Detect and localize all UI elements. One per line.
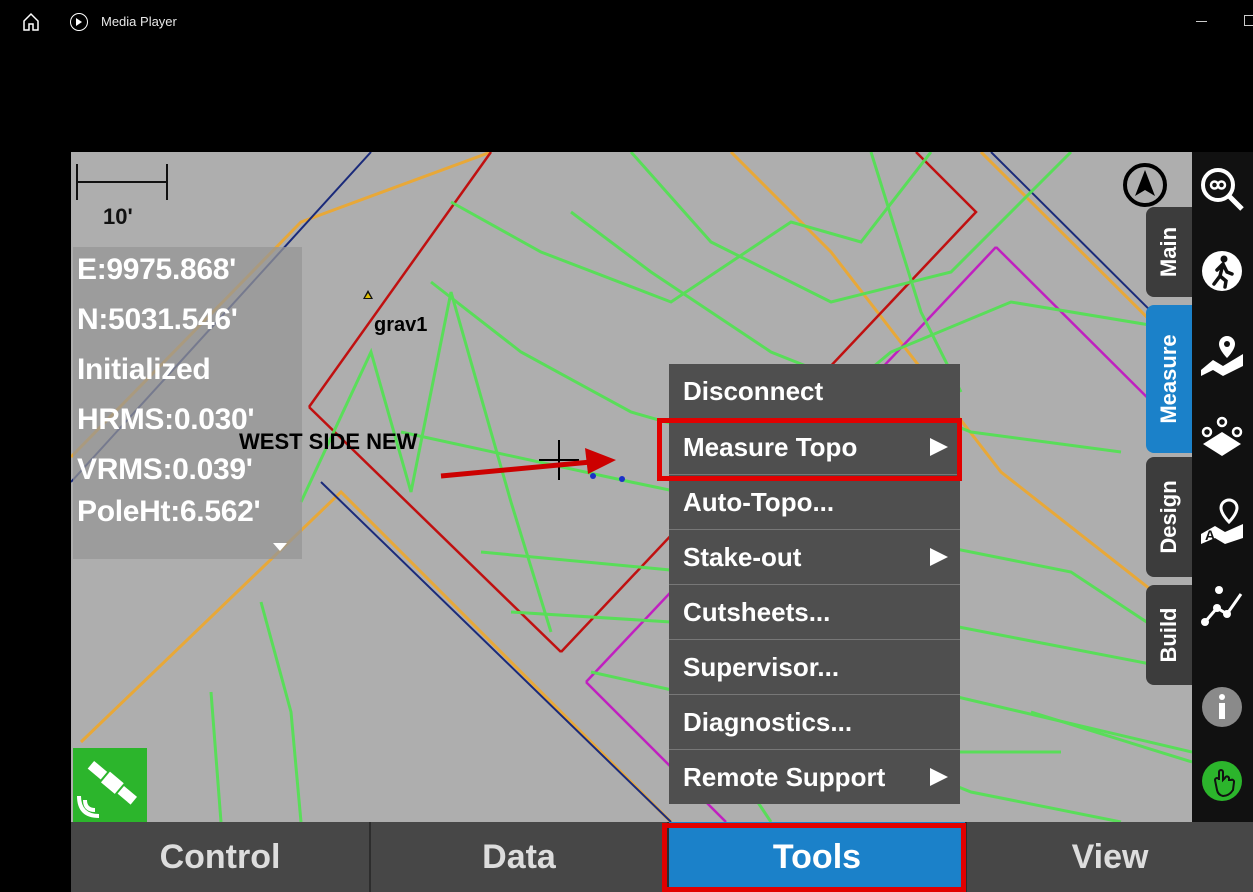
hand-pointer-icon[interactable] [1199,758,1245,804]
area-label: WEST SIDE NEW [239,429,418,454]
tab-view[interactable]: View [967,822,1253,892]
media-player-icon [70,13,88,31]
minimize-button[interactable] [1196,21,1207,22]
pole-height-readout: PoleHt:6.562' [77,495,261,528]
menu-item-cutsheets[interactable]: Cutsheets... [669,584,960,639]
easting-readout: E:9975.868' [77,253,236,286]
status-readout: Initialized [77,353,211,386]
right-toolbar: A [1192,152,1253,822]
tab-design[interactable]: Design [1146,457,1192,577]
window-titlebar: Media Player [0,0,1253,44]
tools-menu: Disconnect Measure Topo Auto-Topo... Sta… [669,364,960,804]
zoom-search-icon[interactable] [1199,166,1245,212]
tab-tools[interactable]: Tools [669,822,967,892]
menu-item-diagnostics[interactable]: Diagnostics... [669,694,960,749]
map-label-pin-icon[interactable]: A [1199,498,1245,544]
survey-app: 10' E:9975.868' N:5031.546' Initialized … [71,152,1253,892]
scale-label: 10' [103,204,133,229]
tab-main[interactable]: Main [1146,207,1192,297]
side-tabs: Main Measure Design Build [1146,207,1192,687]
map-pin-icon[interactable] [1199,332,1245,378]
expand-caret-icon[interactable] [273,543,287,551]
submenu-arrow-icon [930,438,948,456]
home-icon[interactable] [20,11,42,33]
menu-item-measure-topo[interactable]: Measure Topo [669,419,960,474]
menu-item-supervisor[interactable]: Supervisor... [669,639,960,694]
satellite-icon [77,760,138,818]
route-icon[interactable] [1199,582,1245,628]
tab-measure[interactable]: Measure [1146,305,1192,453]
window-title: Media Player [101,14,177,29]
tab-data[interactable]: Data [371,822,669,892]
points-icon[interactable] [1199,414,1245,460]
tab-control[interactable]: Control [71,822,371,892]
bottom-tab-bar: Control Data Tools View [71,822,1253,892]
menu-item-remote-support[interactable]: Remote Support [669,749,960,804]
maximize-button[interactable] [1244,15,1253,26]
menu-item-disconnect[interactable]: Disconnect [669,364,960,419]
north-arrow-icon[interactable] [1122,162,1168,208]
walking-person-icon[interactable] [1199,248,1245,294]
position-info-panel[interactable]: E:9975.868' N:5031.546' Initialized HRMS… [73,247,302,559]
tab-build[interactable]: Build [1146,585,1192,685]
submenu-arrow-icon [930,548,948,566]
svg-text:A: A [1205,527,1215,543]
map-view[interactable]: 10' E:9975.868' N:5031.546' Initialized … [71,152,1192,822]
menu-item-stake-out[interactable]: Stake-out [669,529,960,584]
hrms-readout: HRMS:0.030' [77,403,255,436]
submenu-arrow-icon [930,768,948,786]
gnss-status-button[interactable] [73,748,147,822]
northing-readout: N:5031.546' [77,303,238,336]
point-label: grav1 [374,314,428,336]
info-icon[interactable] [1199,684,1245,730]
vrms-readout: VRMS:0.039' [77,453,253,486]
menu-item-auto-topo[interactable]: Auto-Topo... [669,474,960,529]
